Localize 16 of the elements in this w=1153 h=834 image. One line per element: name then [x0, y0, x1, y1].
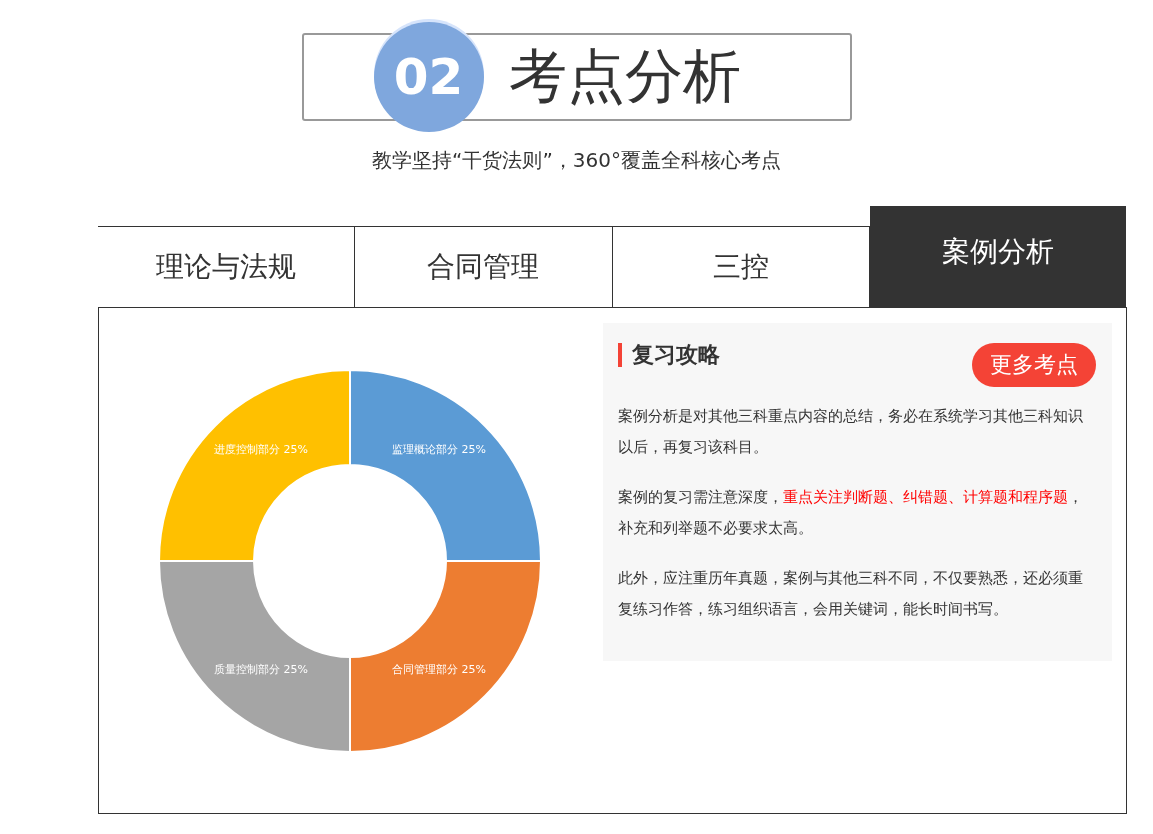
slice-label: 质量控制部分 25% [214, 663, 308, 676]
tab[interactable]: 三控 [612, 226, 870, 307]
tab[interactable]: 理论与法规 [98, 226, 356, 307]
panel-title: 复习攻略 [618, 343, 720, 367]
tab[interactable]: 合同管理 [355, 226, 613, 307]
slice-label: 监理概论部分 25% [392, 443, 486, 456]
more-button[interactable]: 更多考点 [972, 343, 1096, 387]
paragraph: 此外，应注重历年真题，案例与其他三科不同，不仅要熟悉，还必须重复练习作答，练习组织语言，会用关键词，能长时间书写。 [618, 569, 1084, 619]
paragraph: 案例的复习需注意深度，重点关注判断题、纠错题、计算题和程序题，补充和列举题不必要求太高。 [618, 488, 1084, 538]
subtitle: 教学坚持“干货法则”，360°覆盖全科核心考点 [371, 147, 782, 174]
number-badge: 02 [373, 22, 484, 132]
slice-label: 进度控制部分 25% [214, 443, 308, 456]
slice-label: 合同管理部分 25% [392, 663, 486, 676]
paragraph: 案例分析是对其他三科重点内容的总结，务必在系统学习其他三科知识以后，再复习该科目。 [618, 407, 1084, 457]
section-title: 考点分析 [508, 41, 741, 112]
tab[interactable]: 案例分析 [869, 206, 1126, 307]
